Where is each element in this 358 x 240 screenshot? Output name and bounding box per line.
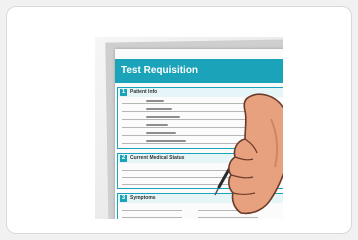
image-card: Test Requisition 1 Patient Info 2 Curren… <box>6 6 352 234</box>
handwriting <box>146 132 176 134</box>
section-title: Symptoms <box>130 195 156 201</box>
handwriting <box>146 124 168 126</box>
handwriting <box>146 108 172 110</box>
form-title: Test Requisition <box>121 65 199 76</box>
handwriting <box>146 140 186 142</box>
form-line <box>122 210 182 211</box>
section-number: 2 <box>120 155 127 162</box>
illustration-photo: Test Requisition 1 Patient Info 2 Curren… <box>95 37 283 219</box>
section-number: 1 <box>120 89 127 96</box>
section-number: 3 <box>120 195 127 202</box>
section-title: Current Medical Status <box>130 155 185 161</box>
handwriting <box>146 100 164 102</box>
handwriting <box>146 116 180 118</box>
hand-with-pen-icon <box>214 93 283 215</box>
form-line <box>122 217 182 218</box>
form-header: Test Requisition <box>115 59 283 83</box>
section-title: Patient Info <box>130 89 158 95</box>
